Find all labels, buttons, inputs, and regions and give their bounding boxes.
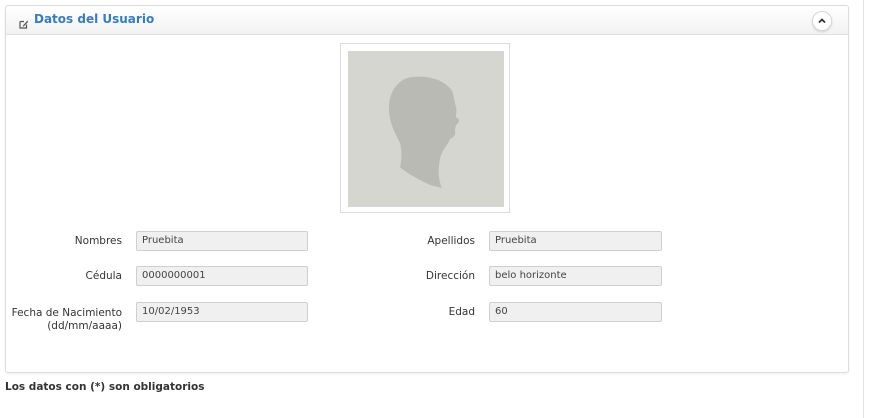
apellidos-field[interactable]: Pruebita (489, 231, 662, 251)
vertical-divider (863, 0, 864, 418)
collapse-button[interactable] (812, 11, 832, 31)
profile-silhouette-icon (388, 76, 460, 188)
cedula-field[interactable]: 0000000001 (136, 266, 308, 286)
cedula-label: Cédula (85, 270, 122, 282)
user-data-panel: Datos del Usuario Nombres Pruebita Apell… (5, 5, 849, 373)
fecha-nacimiento-label: Fecha de Nacimiento (dd/mm/aaaa) (10, 307, 122, 333)
photo-placeholder (348, 51, 504, 207)
direccion-label: Dirección (425, 270, 475, 282)
direccion-field[interactable]: belo horizonte (489, 266, 662, 286)
fecha-label-line1: Fecha de Nacimiento (11, 307, 122, 319)
panel-title: Datos del Usuario (34, 12, 155, 26)
nombres-label: Nombres (74, 235, 122, 247)
required-fields-note: Los datos con (*) son obligatorios (5, 381, 205, 393)
fecha-label-line2: (dd/mm/aaaa) (47, 320, 122, 332)
chevron-up-icon (818, 18, 826, 24)
edad-label: Edad (448, 306, 475, 318)
profile-photo (340, 43, 510, 213)
nombres-field[interactable]: Pruebita (136, 231, 308, 251)
fecha-nacimiento-field[interactable]: 10/02/1953 (136, 302, 308, 322)
edad-field[interactable]: 60 (489, 302, 662, 322)
apellidos-label: Apellidos (427, 235, 475, 247)
page: Datos del Usuario Nombres Pruebita Apell… (0, 0, 876, 418)
panel-header: Datos del Usuario (6, 6, 848, 35)
edit-icon (19, 14, 29, 29)
